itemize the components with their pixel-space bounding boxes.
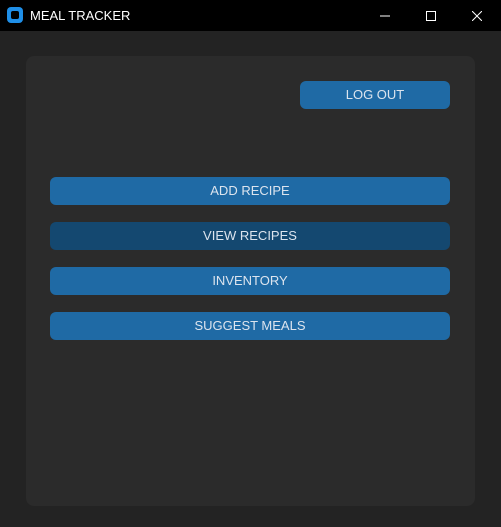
view-recipes-button[interactable]: VIEW RECIPES — [50, 222, 450, 250]
suggest-meals-button[interactable]: SUGGEST MEALS — [50, 312, 450, 340]
title-bar[interactable]: MEAL TRACKER — [0, 0, 501, 31]
close-button[interactable] — [454, 0, 500, 31]
main-panel: LOG OUT ADD RECIPE VIEW RECIPES INVENTOR… — [26, 56, 475, 506]
minimize-button[interactable] — [362, 0, 408, 31]
inventory-button[interactable]: INVENTORY — [50, 267, 450, 295]
close-icon — [472, 10, 482, 21]
window-title: MEAL TRACKER — [30, 8, 131, 23]
add-recipe-button[interactable]: ADD RECIPE — [50, 177, 450, 205]
app-window: MEAL TRACKER LOG OUT ADD RECIPE VIEW REC… — [0, 0, 501, 527]
app-icon — [7, 7, 23, 23]
logout-button[interactable]: LOG OUT — [300, 81, 450, 109]
maximize-icon — [426, 10, 436, 21]
maximize-button[interactable] — [408, 0, 454, 31]
minimize-icon — [380, 15, 390, 16]
